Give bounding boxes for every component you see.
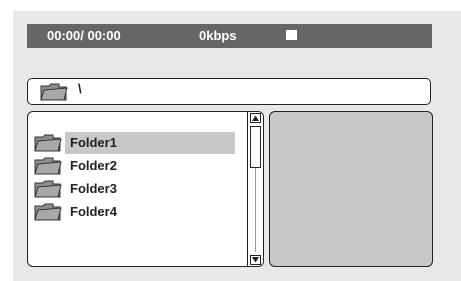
- path-bar: \: [27, 78, 431, 105]
- folder-icon: [40, 83, 68, 101]
- scroll-thumb[interactable]: [250, 126, 261, 168]
- list-item-label: Folder1: [65, 132, 235, 154]
- folder-icon: [34, 180, 62, 198]
- folder-icon: [34, 134, 62, 152]
- arrow-down-icon: [252, 257, 259, 263]
- folder-icon: [34, 203, 62, 221]
- list-item-label: Folder3: [70, 181, 117, 196]
- scroll-down-button[interactable]: [250, 255, 261, 265]
- list-item[interactable]: Folder3: [28, 178, 238, 200]
- list-item[interactable]: Folder4: [28, 201, 238, 223]
- stop-state-icon: [286, 30, 297, 40]
- list-item-label: Folder2: [70, 158, 117, 173]
- scrollbar[interactable]: [247, 112, 263, 266]
- status-bar: 00:00/ 00:00 0kbps: [27, 24, 432, 48]
- scroll-up-button[interactable]: [250, 113, 261, 123]
- folder-icon: [34, 157, 62, 175]
- list-item-label: Folder4: [70, 204, 117, 219]
- list-item[interactable]: Folder1: [28, 132, 238, 154]
- file-list[interactable]: Folder1 Folder2 Folder3 Folder4: [27, 111, 264, 267]
- playback-time: 00:00/ 00:00: [47, 28, 121, 43]
- scroll-track: [255, 168, 256, 252]
- list-item[interactable]: Folder2: [28, 155, 238, 177]
- current-path: \: [78, 81, 82, 96]
- bitrate-readout: 0kbps: [199, 28, 237, 43]
- preview-panel: [269, 111, 433, 267]
- arrow-up-icon: [252, 115, 259, 121]
